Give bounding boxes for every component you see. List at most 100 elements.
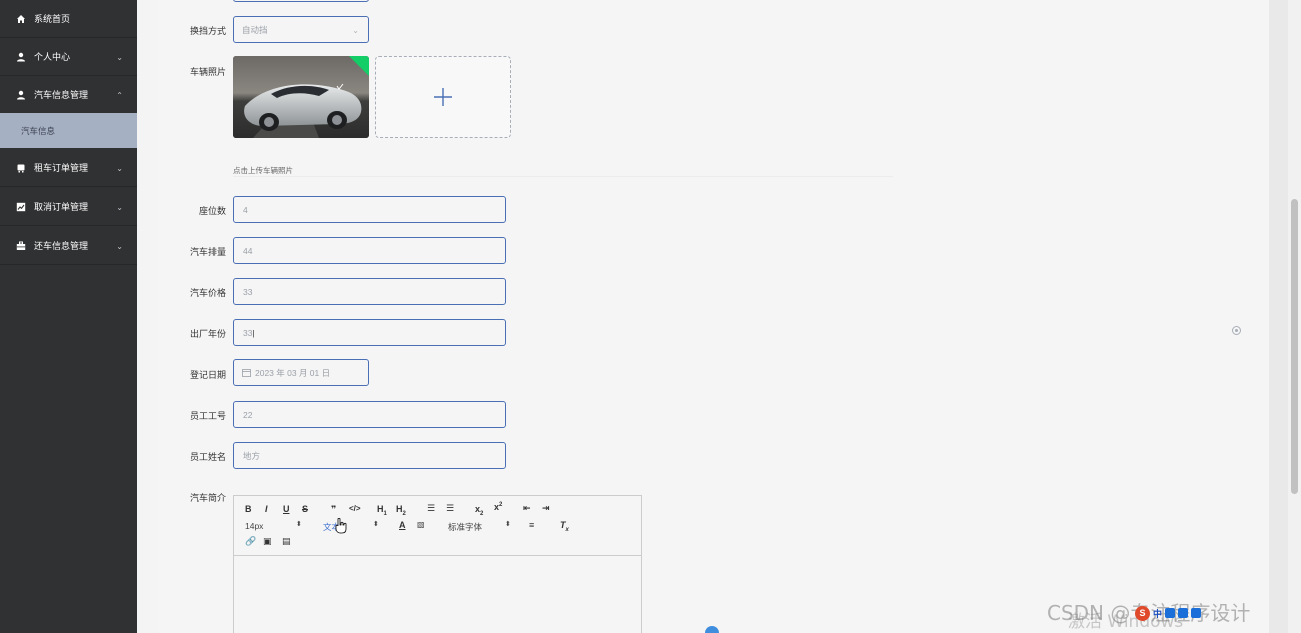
hand-cursor-icon xyxy=(335,518,347,534)
empname-input-value: 地方 xyxy=(243,450,261,461)
heading2-icon[interactable]: H2 xyxy=(396,504,406,517)
heading1-icon[interactable]: H1 xyxy=(377,504,387,517)
gear-label: 换挡方式 xyxy=(189,26,226,36)
home-icon xyxy=(16,14,26,24)
sidebar: 系统首页 个人中心 ⌄ 汽车信息管理 ⌃ 汽车信息 租车订单管理 ⌄ 取消订单管… xyxy=(0,0,137,633)
empname-label: 员工姓名 xyxy=(189,452,226,462)
bold-icon[interactable]: B xyxy=(245,504,252,514)
seats-label: 座位数 xyxy=(198,206,226,216)
underline-icon[interactable]: U xyxy=(283,504,290,514)
ime-lang-indicator[interactable]: 中 xyxy=(1153,607,1162,620)
ime-toolbar[interactable]: S 中 xyxy=(1135,604,1250,622)
floating-target-icon[interactable] xyxy=(1232,326,1241,335)
align-icon[interactable]: ≡ xyxy=(529,520,534,530)
price-input-value: 33 xyxy=(243,286,253,297)
year-input[interactable]: 33 | xyxy=(233,319,506,346)
empno-label: 员工工号 xyxy=(189,411,226,421)
sidebar-item-rental-orders[interactable]: 租车订单管理 ⌄ xyxy=(0,149,137,187)
date-picker-value: 2023 年 03 月 01 日 xyxy=(255,367,331,378)
user-icon xyxy=(16,90,26,100)
year-input-value: 33 xyxy=(243,327,253,338)
calendar-icon xyxy=(242,369,251,377)
divider xyxy=(233,176,893,177)
rich-text-editor[interactable]: B I U S ❞ </> H1 H2 ☰ ☰ x2 x2 ⇤ ⇥ 14px ⬍… xyxy=(233,495,642,633)
year-label: 出厂年份 xyxy=(189,329,226,339)
sidebar-item-personal[interactable]: 个人中心 ⌄ xyxy=(0,38,137,76)
subscript-icon[interactable]: x2 xyxy=(475,504,483,517)
sidebar-item-label: 系统首页 xyxy=(34,14,71,24)
right-gutter xyxy=(1269,0,1288,633)
sidebar-item-return-info[interactable]: 还车信息管理 ⌄ xyxy=(0,227,137,265)
price-label: 汽车价格 xyxy=(189,288,226,298)
chevron-up-icon: ⌃ xyxy=(116,90,123,100)
font-size-select[interactable]: 14px xyxy=(245,521,263,531)
date-picker[interactable]: 2023 年 03 月 01 日 xyxy=(233,359,369,386)
sidebar-item-car-info[interactable]: 汽车信息管理 ⌃ xyxy=(0,76,137,114)
seats-input-value: 4 xyxy=(243,204,248,215)
chevron-down-icon: ⌄ xyxy=(116,202,123,212)
background-color-icon[interactable]: ▧ xyxy=(417,520,425,529)
displacement-input-value: 44 xyxy=(243,245,253,256)
link-icon[interactable]: 🔗 xyxy=(245,536,256,547)
car-photo-thumbnail[interactable] xyxy=(233,56,369,138)
user-icon xyxy=(16,52,26,62)
italic-icon[interactable]: I xyxy=(265,504,268,514)
sidebar-item-label: 汽车信息管理 xyxy=(34,90,89,100)
briefcase-icon xyxy=(16,241,26,251)
superscript-icon[interactable]: x2 xyxy=(494,502,502,512)
chevron-down-icon: ⌄ xyxy=(116,163,123,173)
sidebar-subitem-label: 汽车信息 xyxy=(21,125,56,136)
ordered-list-icon[interactable]: ☰ xyxy=(427,503,435,514)
dropdown-arrows-icon: ⬍ xyxy=(373,521,379,528)
chevron-down-icon: ⌄ xyxy=(352,26,359,35)
sidebar-subitem-car-info[interactable]: 汽车信息 xyxy=(0,113,137,148)
ime-mode-icon[interactable] xyxy=(1165,608,1176,618)
scrollbar-thumb[interactable] xyxy=(1291,199,1298,494)
ime-keyboard-icon[interactable] xyxy=(1178,608,1189,618)
font-color-icon[interactable]: A xyxy=(399,520,406,530)
car-photo-image xyxy=(233,56,369,138)
page-scrollbar[interactable] xyxy=(1288,0,1301,633)
empno-input-value: 22 xyxy=(243,409,253,420)
sidebar-item-label: 个人中心 xyxy=(34,52,71,62)
sidebar-item-home[interactable]: 系统首页 xyxy=(0,0,137,38)
price-input[interactable]: 33 xyxy=(233,278,506,305)
chevron-down-icon: ⌄ xyxy=(116,241,123,251)
photo-label: 车辆照片 xyxy=(189,67,226,77)
chevron-down-icon: ⌄ xyxy=(116,52,123,62)
intro-label: 汽车简介 xyxy=(189,493,226,503)
sogou-logo-icon: S xyxy=(1135,605,1150,621)
displacement-input[interactable]: 44 xyxy=(233,237,506,264)
date-label: 登记日期 xyxy=(189,370,226,380)
plus-icon xyxy=(434,88,452,106)
chart-icon xyxy=(16,202,26,212)
font-family-select[interactable]: 标准字体 xyxy=(448,521,482,533)
blockquote-icon[interactable]: ❞ xyxy=(331,504,336,515)
gear-select[interactable]: 自动挡 ⌄ xyxy=(233,16,369,43)
gear-select-value: 自动挡 xyxy=(242,24,268,35)
displacement-label: 汽车排量 xyxy=(189,247,226,257)
empno-input[interactable]: 22 xyxy=(233,401,506,428)
photo-upload-hint: 点击上传车辆照片 xyxy=(233,166,293,175)
ime-settings-icon[interactable] xyxy=(1191,608,1202,618)
outdent-icon[interactable]: ⇤ xyxy=(523,503,531,514)
sidebar-item-label: 还车信息管理 xyxy=(34,241,89,251)
clear-format-icon[interactable]: Tx xyxy=(560,520,569,533)
empname-input[interactable]: 地方 xyxy=(233,442,506,469)
dropdown-arrows-icon: ⬍ xyxy=(296,521,302,528)
seats-input[interactable]: 4 xyxy=(233,196,506,223)
video-icon[interactable]: ▤ xyxy=(282,536,291,547)
upload-photo-button[interactable] xyxy=(375,56,511,138)
bullet-list-icon[interactable]: ☰ xyxy=(446,503,454,514)
sidebar-item-label: 取消订单管理 xyxy=(34,202,89,212)
sidebar-item-cancel-orders[interactable]: 取消订单管理 ⌄ xyxy=(0,188,137,226)
editor-toolbar: B I U S ❞ </> H1 H2 ☰ ☰ x2 x2 ⇤ ⇥ 14px ⬍… xyxy=(234,496,641,556)
indent-icon[interactable]: ⇥ xyxy=(542,503,550,514)
strikethrough-icon[interactable]: S xyxy=(302,504,308,514)
scroll-handle-dot[interactable] xyxy=(705,626,719,633)
previous-field[interactable] xyxy=(233,0,369,2)
code-block-icon[interactable]: </> xyxy=(349,504,361,513)
document-icon xyxy=(16,163,26,173)
sidebar-item-label: 租车订单管理 xyxy=(34,163,89,173)
image-icon[interactable]: ▣ xyxy=(263,536,272,547)
